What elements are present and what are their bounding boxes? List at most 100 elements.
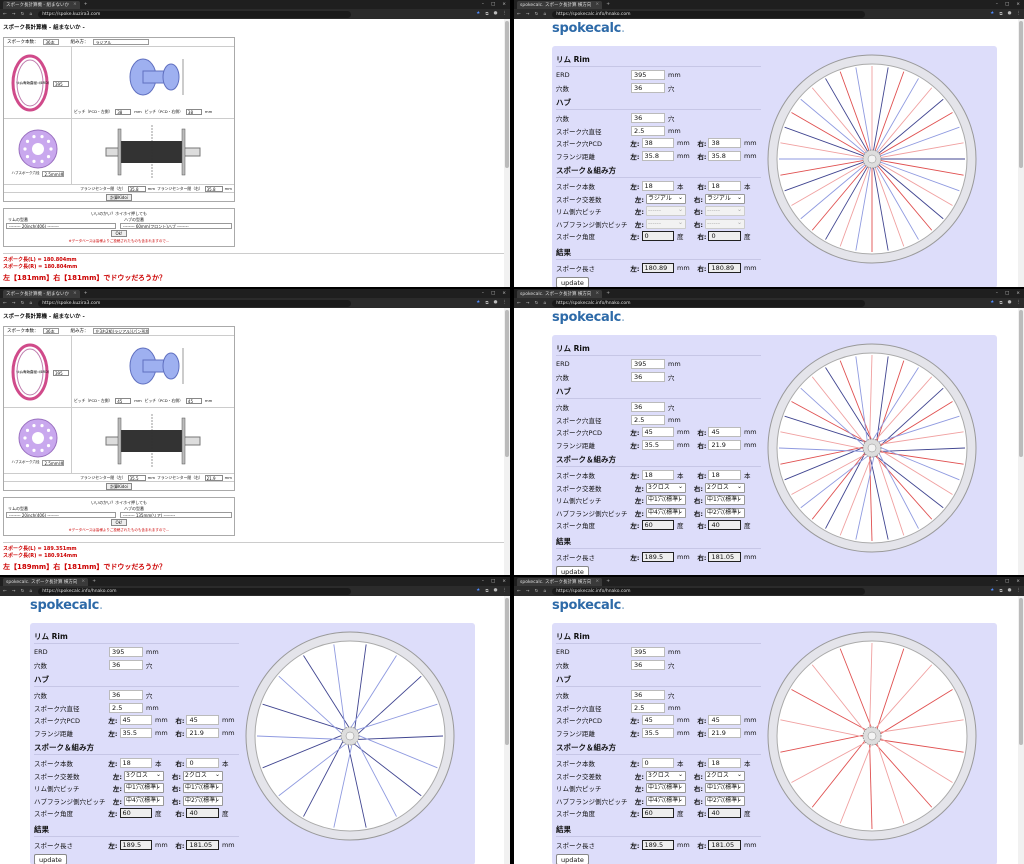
spokecalc-logo[interactable]: spokecalc. (552, 21, 625, 36)
menu-icon[interactable]: ⋮ (1017, 300, 1022, 306)
hub-pitch-left-select[interactable]: 中4穴(標準) (646, 795, 686, 806)
update-button[interactable]: update (34, 854, 67, 864)
new-tab-icon[interactable]: + (606, 2, 610, 7)
url-field[interactable]: https://spoke.kuzira3.com (38, 10, 351, 18)
flange-left-input[interactable]: 35.8 (127, 185, 146, 192)
cross-left-select[interactable]: 3クロス (646, 482, 686, 493)
extensions-icon[interactable]: ⧉ (485, 11, 488, 17)
hub-pitch-right-select[interactable]: 中2穴(標準) (705, 795, 745, 806)
bookmark-star-icon[interactable]: ★ (476, 588, 480, 594)
update-button[interactable]: update (556, 854, 589, 864)
hub-pitch-left-select[interactable]: 中4穴(標準) (124, 795, 164, 806)
profile-avatar-icon[interactable]: ● (494, 588, 498, 594)
browser-tab[interactable]: スポーク長計算機 - 組まないか × (3, 0, 80, 9)
back-icon[interactable]: ← (3, 12, 7, 17)
pcd-left-input[interactable]: 45 (119, 715, 153, 726)
rim-pitch-right-select[interactable]: 中1穴(標準) (705, 495, 745, 506)
cross-right-select[interactable]: 2クロス (705, 770, 745, 781)
update-button[interactable]: update (556, 277, 589, 287)
pitch-left-input[interactable]: 38 (115, 108, 132, 115)
menu-icon[interactable]: ⋮ (503, 11, 508, 17)
spoke-count-select[interactable]: 36本 (42, 39, 59, 45)
pcd-right-input[interactable]: 45 (186, 715, 219, 726)
flange-right-input[interactable]: 21.9 (204, 474, 223, 481)
forward-icon[interactable]: → (526, 12, 530, 17)
database-ok-button[interactable]: Ok! (111, 230, 127, 237)
rim-pitch-right-select[interactable]: 中1穴(標準) (183, 783, 223, 794)
menu-icon[interactable]: ⋮ (1017, 588, 1022, 594)
extensions-icon[interactable]: ⧉ (485, 300, 488, 306)
home-icon[interactable]: ⌂ (543, 12, 546, 17)
rim-holes-input[interactable]: 36 (631, 371, 665, 382)
hub-pitch-right-select[interactable]: 中2穴(標準) (705, 507, 745, 518)
reload-icon[interactable]: ↻ (535, 301, 539, 306)
flange-right-input[interactable]: 21.9 (708, 727, 741, 738)
cross-left-select[interactable]: 3クロス (646, 770, 686, 781)
rim-pitch-left-select[interactable]: 中1穴(標準) (646, 783, 686, 794)
bookmark-star-icon[interactable]: ★ (476, 11, 480, 17)
rim-holes-input[interactable]: 36 (109, 659, 143, 670)
cross-right-select[interactable]: 2クロス (183, 770, 223, 781)
hub-pitch-left-select[interactable]: 中4穴(標準) (646, 507, 686, 518)
rim-pitch-right-select[interactable]: 中1穴(標準) (705, 783, 745, 794)
home-icon[interactable]: ⌂ (29, 12, 32, 17)
spoke-hole-input[interactable]: 2.5 (631, 414, 665, 425)
back-icon[interactable]: ← (517, 301, 521, 306)
reload-icon[interactable]: ↻ (21, 12, 25, 17)
flange-left-input[interactable]: 35.5 (641, 727, 675, 738)
hub-holes-input[interactable]: 36 (109, 690, 143, 701)
flange-left-input[interactable]: 35.5 (127, 474, 146, 481)
update-button[interactable]: update (556, 566, 589, 575)
extensions-icon[interactable]: ⧉ (485, 588, 488, 594)
browser-tab[interactable]: spokecalc. スポーク長計算 横方向 × (517, 577, 603, 586)
scrollbar[interactable] (504, 596, 510, 864)
maximize-icon[interactable]: □ (491, 291, 495, 296)
close-tab-icon[interactable]: × (595, 2, 599, 7)
profile-avatar-icon[interactable]: ● (1008, 300, 1012, 306)
pattern-select[interactable]: ラジアル (92, 39, 149, 45)
maximize-icon[interactable]: □ (1005, 579, 1009, 584)
bookmark-star-icon[interactable]: ★ (476, 300, 480, 306)
url-field[interactable]: https://spokecalc.info/hnako.com (38, 587, 351, 595)
maximize-icon[interactable]: □ (1005, 2, 1009, 7)
rim-holes-input[interactable]: 36 (631, 82, 665, 93)
erd-input[interactable]: 395 (631, 359, 665, 370)
menu-icon[interactable]: ⋮ (503, 588, 508, 594)
close-tab-icon[interactable]: × (81, 579, 85, 584)
new-tab-icon[interactable]: + (606, 579, 610, 584)
extensions-icon[interactable]: ⧉ (999, 300, 1002, 306)
spoke-count-left-input[interactable]: 0 (641, 758, 675, 769)
bookmark-star-icon[interactable]: ★ (990, 588, 994, 594)
home-icon[interactable]: ⌂ (543, 589, 546, 594)
pcd-left-input[interactable]: 45 (641, 715, 675, 726)
bookmark-star-icon[interactable]: ★ (990, 300, 994, 306)
extensions-icon[interactable]: ⧉ (999, 11, 1002, 17)
flange-right-input[interactable]: 21.9 (186, 727, 219, 738)
pattern-select[interactable]: 左3右2組(ラジアル)(パン形状) (92, 328, 149, 334)
bookmark-star-icon[interactable]: ★ (990, 11, 994, 17)
spoke-hole-input[interactable]: 2.5 (631, 702, 665, 713)
spoke-count-right-input[interactable]: 18 (708, 758, 741, 769)
spoke-count-right-input[interactable]: 0 (186, 758, 219, 769)
home-icon[interactable]: ⌂ (543, 301, 546, 306)
browser-tab[interactable]: スポーク長計算機 - 組まないか × (3, 289, 80, 298)
new-tab-icon[interactable]: + (606, 291, 610, 296)
rim-pitch-left-select[interactable]: 中1穴(標準) (124, 783, 164, 794)
spoke-count-left-input[interactable]: 18 (641, 181, 675, 192)
hub-hole-select[interactable]: 2.5mm(標準) (41, 170, 64, 177)
scrollbar[interactable] (504, 19, 510, 287)
spoke-hole-input[interactable]: 2.5 (109, 702, 143, 713)
profile-avatar-icon[interactable]: ● (494, 11, 498, 17)
extensions-icon[interactable]: ⧉ (999, 588, 1002, 594)
erd-input[interactable]: 395 (53, 81, 69, 87)
profile-avatar-icon[interactable]: ● (1008, 588, 1012, 594)
url-field[interactable]: https://spokecalc.info/hnako.com (552, 299, 865, 307)
spoke-count-left-input[interactable]: 18 (119, 758, 153, 769)
new-tab-icon[interactable]: + (84, 291, 88, 296)
profile-avatar-icon[interactable]: ● (494, 300, 498, 306)
spoke-hole-input[interactable]: 2.5 (631, 125, 665, 136)
menu-icon[interactable]: ⋮ (1017, 11, 1022, 17)
reload-icon[interactable]: ↻ (21, 301, 25, 306)
rim-holes-input[interactable]: 36 (631, 659, 665, 670)
forward-icon[interactable]: → (12, 12, 16, 17)
